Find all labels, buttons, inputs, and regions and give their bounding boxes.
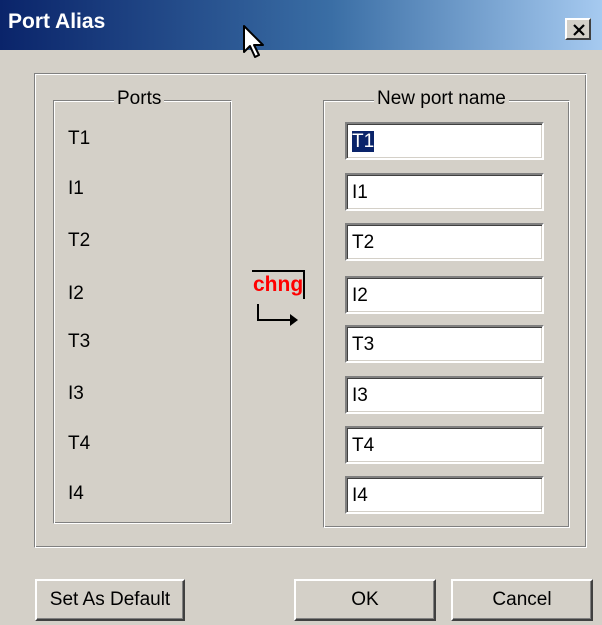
port-alias-dialog: Port Alias Ports New port name T1 I1 T2 … <box>0 0 602 625</box>
mouse-cursor-icon <box>243 25 264 58</box>
port-label-i3: I3 <box>68 383 84 404</box>
title-bar[interactable]: Port Alias <box>0 0 602 50</box>
window-title: Port Alias <box>8 10 106 33</box>
new-name-input-t1[interactable]: T1 <box>345 122 544 160</box>
port-label-t4: T4 <box>68 433 91 454</box>
ports-legend: Ports <box>114 88 165 110</box>
new-name-input-i2[interactable]: I2 <box>345 276 544 314</box>
new-name-input-i3[interactable]: I3 <box>345 376 544 414</box>
change-button[interactable]: chng <box>250 270 308 332</box>
set-as-default-button[interactable]: Set As Default <box>35 579 185 621</box>
ok-button[interactable]: OK <box>294 579 436 621</box>
new-port-name-legend: New port name <box>374 88 509 110</box>
port-label-i2: I2 <box>68 283 84 304</box>
ports-group: Ports <box>53 88 232 524</box>
change-label: chng <box>253 273 304 296</box>
new-name-input-i1[interactable]: I1 <box>345 173 544 211</box>
port-label-i4: I4 <box>68 483 84 504</box>
cancel-button[interactable]: Cancel <box>451 579 593 621</box>
port-label-i1: I1 <box>68 178 84 199</box>
close-button[interactable] <box>565 18 591 40</box>
port-label-t1: T1 <box>68 128 91 149</box>
port-label-t2: T2 <box>68 230 91 251</box>
port-label-t3: T3 <box>68 331 91 352</box>
new-name-input-t2[interactable]: T2 <box>345 223 544 261</box>
new-name-input-i4[interactable]: I4 <box>345 476 544 514</box>
new-name-input-t3[interactable]: T3 <box>345 325 544 363</box>
selected-text: T1 <box>352 131 375 152</box>
close-icon <box>573 24 585 36</box>
new-name-input-t4[interactable]: T4 <box>345 426 544 464</box>
